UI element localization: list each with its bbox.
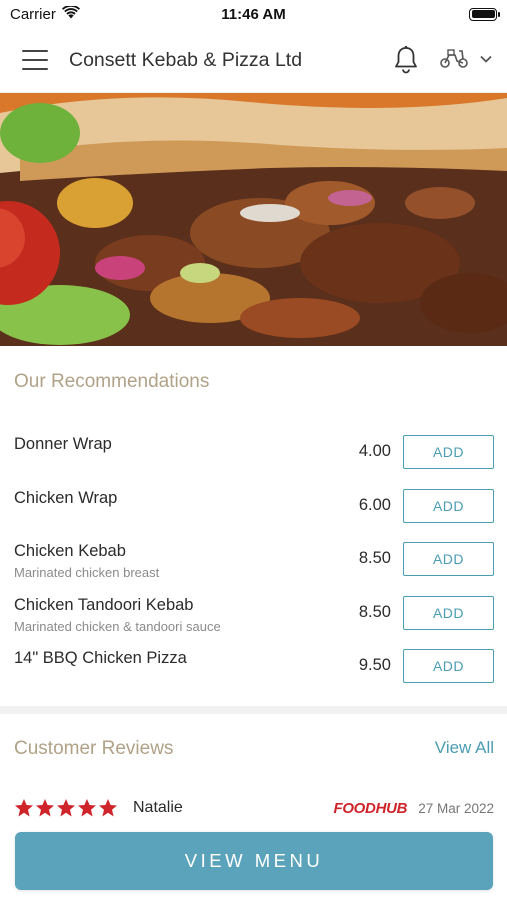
delivery-mode-selector[interactable] <box>439 47 493 74</box>
star-icon <box>99 799 117 817</box>
star-icon <box>57 799 75 817</box>
review-item: Natalie FOODHUB 27 Mar 2022 <box>14 796 494 820</box>
reviewer-name: Natalie <box>133 799 183 816</box>
review-meta: FOODHUB 27 Mar 2022 <box>333 800 494 817</box>
item-name: Donner Wrap <box>14 435 112 453</box>
view-all-link[interactable]: View All <box>435 738 494 758</box>
page-title: Consett Kebab & Pizza Ltd <box>69 48 303 71</box>
list-item: Donner Wrap 4.00 ADD <box>0 428 507 482</box>
recommendations-list: Donner Wrap 4.00 ADD Chicken Wrap 6.00 A… <box>0 428 507 696</box>
recommendations-section: Our Recommendations Donner Wrap 4.00 ADD… <box>0 346 507 706</box>
hero-food-image <box>0 93 507 346</box>
add-button[interactable]: ADD <box>403 542 494 576</box>
scooter-icon <box>439 47 469 74</box>
item-price: 9.50 <box>358 656 391 674</box>
star-rating <box>14 798 118 818</box>
recommendations-title: Our Recommendations <box>14 371 210 392</box>
carrier-label: Carrier <box>10 5 56 23</box>
list-item: Chicken Kebab Marinated chicken breast 8… <box>0 535 507 589</box>
review-date: 27 Mar 2022 <box>418 800 494 816</box>
add-button[interactable]: ADD <box>403 488 494 523</box>
foodhub-logo: FOODHUB <box>333 799 408 817</box>
view-menu-button[interactable]: VIEW MENU <box>15 832 493 890</box>
item-description: Marinated chicken breast <box>14 565 160 580</box>
battery-icon <box>469 7 500 21</box>
bell-icon[interactable] <box>393 45 419 75</box>
star-icon <box>36 799 54 817</box>
chevron-down-icon <box>479 51 493 69</box>
item-description: Marinated chicken & tandoori sauce <box>14 618 221 634</box>
status-bar: Carrier 11:46 AM <box>0 0 507 28</box>
list-item: Chicken Wrap 6.00 ADD <box>0 482 507 536</box>
list-item: 14" BBQ Chicken Pizza 9.50 ADD <box>0 642 507 696</box>
section-divider <box>0 706 507 714</box>
item-name: Chicken Wrap <box>14 488 118 507</box>
reviews-title: Customer Reviews <box>14 738 174 759</box>
menu-icon[interactable] <box>22 50 48 70</box>
item-price: 8.50 <box>358 549 391 567</box>
add-button[interactable]: ADD <box>403 435 494 469</box>
item-price: 4.00 <box>358 442 391 460</box>
wifi-icon <box>61 4 80 23</box>
item-name: 14" BBQ Chicken Pizza <box>14 649 187 667</box>
add-button[interactable]: ADD <box>403 649 494 683</box>
add-button[interactable]: ADD <box>403 595 494 630</box>
carrier-group: Carrier <box>10 4 80 23</box>
item-price: 6.00 <box>358 495 391 514</box>
star-icon <box>78 799 96 817</box>
app-header: Consett Kebab & Pizza Ltd <box>0 28 507 93</box>
item-price: 8.50 <box>358 602 391 621</box>
item-name: Chicken Kebab <box>14 542 126 560</box>
item-name: Chicken Tandoori Kebab <box>14 595 194 614</box>
list-item: Chicken Tandoori Kebab Marinated chicken… <box>0 589 507 643</box>
star-icon <box>15 799 33 817</box>
